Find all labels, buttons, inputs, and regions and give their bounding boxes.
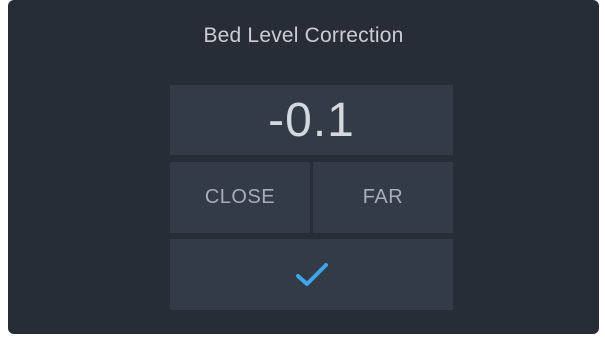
correction-value: -0.1 — [268, 93, 355, 147]
screen-title: Bed Level Correction — [203, 24, 404, 47]
checkmark-icon — [295, 262, 328, 286]
confirm-button[interactable] — [170, 239, 453, 310]
close-button[interactable]: CLOSE — [170, 162, 310, 233]
adjust-button-row: CLOSE FAR — [170, 162, 453, 233]
far-button[interactable]: FAR — [313, 162, 453, 233]
correction-value-display: -0.1 — [170, 85, 453, 155]
bed-level-correction-screen: Bed Level Correction -0.1 CLOSE FAR — [8, 0, 599, 334]
